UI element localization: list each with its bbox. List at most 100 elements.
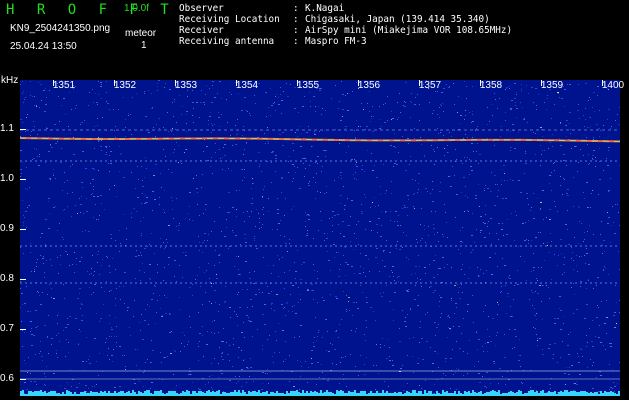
noise-pixel — [229, 345, 230, 346]
bottom-band-segment — [562, 392, 564, 396]
noise-pixel — [63, 284, 64, 285]
noise-pixel — [443, 236, 444, 237]
noise-pixel — [478, 275, 479, 276]
noise-pixel — [398, 152, 399, 153]
noise-pixel — [236, 134, 238, 135]
noise-pixel — [397, 277, 398, 278]
noise-pixel — [140, 330, 141, 331]
bottom-band-segment — [574, 391, 576, 396]
noise-pixel — [341, 178, 342, 179]
noise-pixel — [554, 254, 555, 255]
noise-pixel — [63, 98, 65, 99]
noise-pixel — [343, 374, 344, 375]
noise-pixel — [347, 110, 349, 111]
noise-pixel — [255, 103, 256, 104]
noise-pixel — [292, 164, 294, 165]
spectrogram-canvas[interactable] — [20, 80, 620, 396]
noise-pixel — [351, 266, 353, 267]
noise-pixel — [515, 102, 516, 103]
noise-pixel — [567, 189, 569, 190]
noise-pixel — [568, 374, 569, 375]
noise-pixel — [447, 152, 448, 153]
noise-pixel — [71, 386, 72, 387]
noise-pixel — [213, 283, 214, 284]
noise-pixel — [465, 186, 466, 187]
noise-pixel — [599, 136, 600, 137]
noise-pixel — [550, 142, 551, 143]
noise-pixel — [58, 333, 59, 334]
noise-pixel — [509, 275, 510, 276]
noise-pixel — [21, 173, 22, 174]
noise-pixel — [160, 308, 161, 309]
noise-pixel — [500, 136, 501, 137]
noise-pixel — [106, 338, 107, 339]
noise-pixel — [75, 318, 77, 319]
noise-pixel — [234, 266, 235, 267]
noise-pixel — [317, 163, 318, 164]
noise-pixel — [264, 304, 266, 305]
noise-pixel — [554, 104, 555, 105]
noise-pixel — [345, 95, 346, 96]
noise-pixel — [540, 208, 541, 209]
noise-pixel — [586, 288, 587, 289]
noise-pixel — [32, 96, 33, 97]
noise-pixel — [316, 384, 317, 385]
noise-pixel — [294, 108, 296, 109]
noise-pixel — [89, 287, 90, 288]
bottom-band-segment — [552, 392, 554, 396]
noise-pixel — [399, 249, 401, 250]
bottom-band-segment — [528, 391, 530, 396]
bottom-band-segment — [358, 393, 360, 396]
noise-pixel — [559, 296, 561, 297]
bottom-band-segment — [400, 392, 402, 396]
noise-pixel — [245, 261, 247, 262]
noise-pixel — [355, 172, 356, 173]
bottom-band-segment — [310, 391, 312, 396]
noise-pixel — [198, 388, 199, 389]
noise-pixel — [324, 233, 325, 234]
noise-pixel — [293, 150, 294, 151]
noise-pixel — [455, 372, 456, 373]
noise-pixel — [497, 108, 498, 109]
noise-pixel — [25, 131, 26, 132]
noise-pixel — [576, 265, 577, 266]
noise-pixel — [338, 252, 339, 253]
noise-pixel — [607, 223, 609, 224]
noise-pixel — [169, 314, 171, 315]
noise-pixel — [376, 365, 377, 366]
noise-pixel — [75, 205, 76, 206]
noise-pixel — [169, 89, 171, 90]
noise-pixel — [601, 243, 602, 244]
noise-pixel — [326, 186, 327, 187]
noise-pixel — [119, 346, 121, 347]
noise-pixel — [338, 337, 339, 338]
noise-pixel — [210, 112, 211, 113]
noise-pixel — [590, 207, 591, 208]
noise-pixel — [456, 389, 457, 390]
noise-pixel — [586, 182, 588, 183]
noise-pixel — [307, 382, 308, 383]
noise-pixel — [32, 159, 33, 160]
noise-pixel — [280, 94, 281, 95]
noise-pixel — [347, 264, 349, 265]
noise-pixel — [79, 329, 80, 330]
noise-pixel — [176, 198, 177, 199]
noise-pixel — [81, 320, 83, 321]
noise-pixel — [564, 272, 565, 273]
bottom-band-segment — [514, 393, 516, 396]
noise-pixel — [593, 92, 595, 93]
noise-pixel — [614, 312, 616, 313]
bottom-band-segment — [460, 393, 462, 396]
noise-pixel — [167, 112, 168, 113]
noise-pixel — [563, 178, 564, 179]
noise-pixel — [258, 213, 259, 214]
noise-pixel — [305, 226, 306, 227]
noise-pixel — [247, 289, 248, 290]
bottom-band-segment — [366, 394, 368, 396]
noise-pixel — [91, 268, 92, 269]
noise-pixel — [285, 198, 286, 199]
noise-pixel — [383, 104, 384, 105]
noise-pixel — [20, 307, 21, 308]
spectrogram-plot[interactable] — [20, 80, 620, 396]
noise-pixel — [53, 175, 54, 176]
